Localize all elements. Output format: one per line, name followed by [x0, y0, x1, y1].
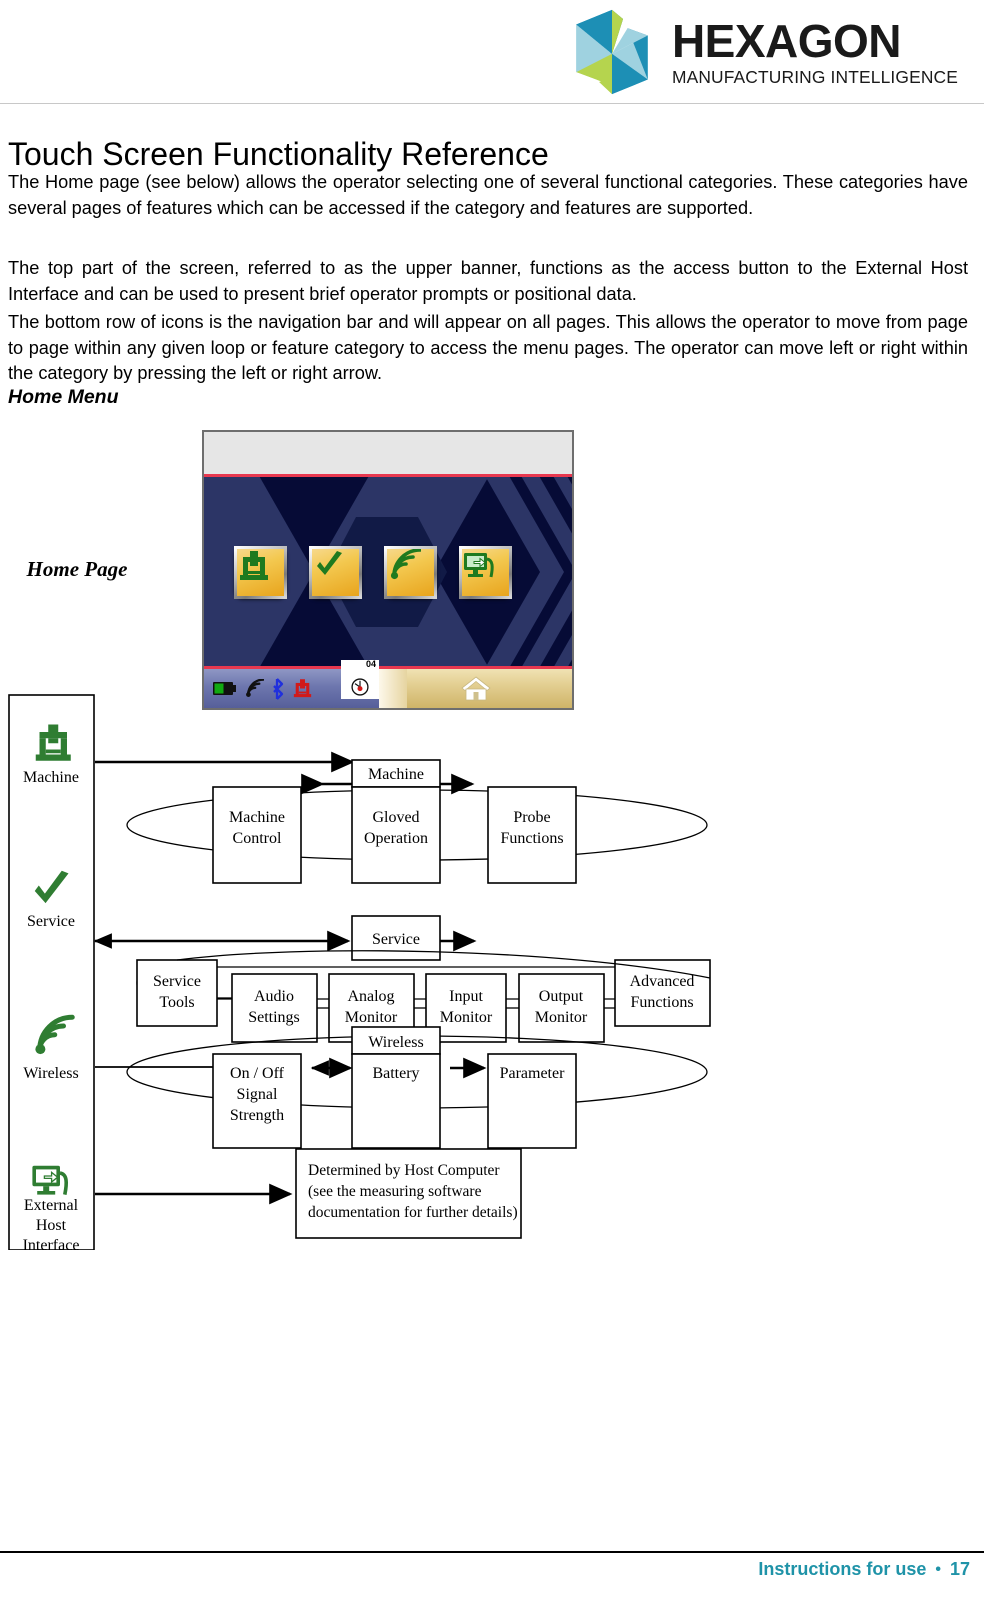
output-monitor-box[interactable]	[518, 973, 605, 1043]
page-footer: Instructions for use • 17	[758, 1559, 970, 1580]
audio-settings-label-1: Audio	[254, 988, 294, 1005]
touchscreen-mockup: 04	[202, 430, 574, 710]
audio-settings-box[interactable]	[231, 973, 318, 1043]
wireless-signal-icon	[390, 548, 421, 579]
gauge-value: 04	[365, 659, 376, 669]
hexagon-logo: HEXAGON MANUFACTURING INTELLIGENCE	[566, 8, 958, 96]
machine-control-label-2: Control	[233, 830, 282, 847]
parameter-label: Parameter	[500, 1065, 566, 1082]
sidebar-item-label-external-2: Host	[36, 1217, 67, 1234]
on-off-label-2: Signal	[237, 1086, 278, 1103]
service-header-label: Service	[372, 931, 420, 948]
service-tools-label-1: Service	[153, 973, 201, 990]
sidebar-item-label-external-1: External	[24, 1197, 79, 1214]
wireless-flow-row: Wireless On / Off Signal Strength Batter…	[95, 1026, 708, 1149]
host-computer-label-2: (see the measuring software	[308, 1183, 482, 1200]
gloved-operation-label-2: Operation	[364, 830, 428, 847]
audio-settings-label-2: Settings	[248, 1009, 300, 1026]
footer-text: Instructions for use	[758, 1559, 927, 1579]
sidebar-item-label-wireless: Wireless	[23, 1065, 78, 1082]
machine-icon	[240, 550, 268, 580]
page-header: HEXAGON MANUFACTURING INTELLIGENCE	[0, 0, 984, 104]
machine-header-label: Machine	[368, 766, 424, 783]
home-page-caption: Home Page	[22, 557, 132, 581]
probe-functions-label-1: Probe	[513, 809, 550, 826]
home-page-caption-text: Home Page	[26, 557, 128, 581]
sidebar-item-label-external-3: Interface	[23, 1237, 80, 1250]
wireless-tile[interactable]	[384, 545, 437, 599]
host-computer-label-3: documentation for further details)	[308, 1204, 518, 1221]
machine-flow-row: Machine Machine Control Gloved Operation…	[95, 751, 708, 884]
footer-divider	[0, 1551, 984, 1553]
wireless-header-label: Wireless	[368, 1034, 423, 1051]
service-flow-row: Service Service Tools Audio Settings Ana…	[93, 915, 711, 1043]
service-tile[interactable]	[309, 545, 362, 599]
output-monitor-label-2: Monitor	[535, 1009, 588, 1026]
analog-monitor-label-1: Analog	[347, 988, 394, 1005]
logo-wordmark: HEXAGON MANUFACTURING INTELLIGENCE	[672, 18, 958, 87]
external-host-interface-tile[interactable]	[459, 545, 512, 599]
header-divider	[0, 103, 984, 104]
sidebar-item-label-service: Service	[27, 913, 75, 930]
home-menu-tiles	[204, 477, 572, 667]
input-monitor-label-2: Monitor	[440, 1009, 493, 1026]
external-host-flow-row: Determined by Host Computer (see the mea…	[95, 1148, 522, 1239]
intro-paragraph: The Home page (see below) allows the ope…	[8, 172, 968, 218]
sidebar-item-label-machine: Machine	[23, 769, 79, 786]
analog-monitor-label-2: Monitor	[345, 1009, 398, 1026]
navigation-bar-paragraph: The bottom row of icons is the navigatio…	[8, 312, 968, 384]
home-page-screen	[204, 477, 572, 667]
home-menu-subheading: Home Menu	[8, 386, 119, 408]
advanced-functions-label-1: Advanced	[630, 973, 695, 990]
navigation-flow-diagram: Machine Service Wireless External Host I…	[0, 686, 730, 1250]
flow-diagram-svg: Machine Service Wireless External Host I…	[8, 694, 711, 1250]
battery-label: Battery	[372, 1065, 419, 1082]
logo-tagline: MANUFACTURING INTELLIGENCE	[671, 66, 958, 87]
service-tools-label-2: Tools	[159, 994, 194, 1011]
gloved-operation-label-1: Gloved	[372, 809, 419, 826]
logo-word: HEXAGON	[671, 14, 902, 67]
machine-tile[interactable]	[234, 545, 287, 599]
on-off-label-3: Strength	[230, 1107, 284, 1124]
footer-separator: •	[935, 1560, 941, 1578]
machine-control-label-1: Machine	[229, 809, 285, 826]
page-title: Touch Screen Functionality Reference	[8, 136, 549, 173]
probe-functions-label-2: Functions	[500, 830, 563, 847]
service-tools-box[interactable]	[136, 959, 218, 1027]
host-computer-label-1: Determined by Host Computer	[308, 1162, 500, 1179]
advanced-functions-label-2: Functions	[630, 994, 693, 1011]
upper-banner-paragraph: The top part of the screen, referred to …	[8, 258, 968, 304]
footer-page-number: 17	[949, 1559, 970, 1579]
output-monitor-label-1: Output	[539, 988, 584, 1005]
external-host-interface-icon	[464, 552, 494, 577]
checkmark-icon	[317, 550, 342, 575]
upper-banner[interactable]	[204, 432, 572, 477]
input-monitor-label-1: Input	[449, 988, 483, 1005]
hexagon-logo-mark	[576, 9, 648, 95]
on-off-label-1: On / Off	[230, 1065, 285, 1082]
